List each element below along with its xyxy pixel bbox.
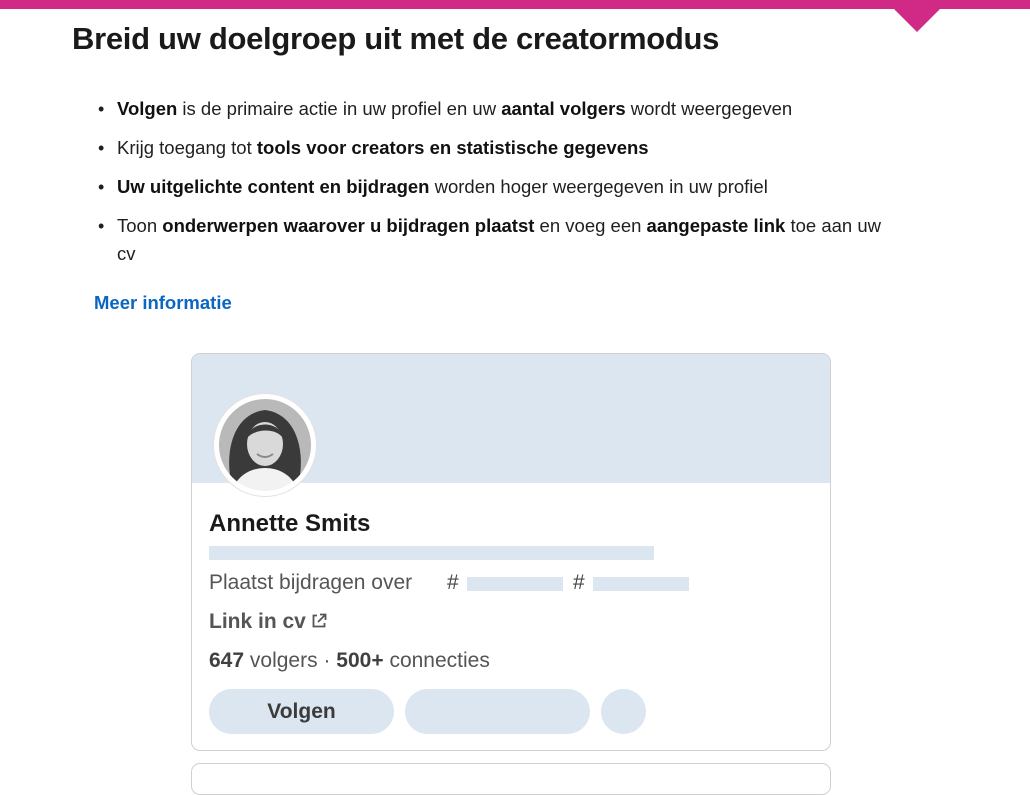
cv-link-label: Link in cv: [209, 610, 306, 633]
benefit-item: Krijg toegang tot tools voor creators en…: [94, 134, 894, 162]
hashtag-placeholder: [467, 577, 563, 591]
benefit-text: Krijg toegang tot: [117, 137, 257, 158]
placeholder-button[interactable]: [405, 689, 590, 734]
more-info-link[interactable]: Meer informatie: [94, 292, 232, 314]
hashtag-placeholder: [593, 577, 689, 591]
benefit-item: Volgen is de primaire actie in uw profie…: [94, 95, 894, 123]
creator-profile-preview-card: Annette Smits Plaatst bijdragen over # #…: [191, 353, 831, 751]
cv-link[interactable]: Link in cv: [209, 608, 328, 636]
hashtag-symbol: #: [573, 571, 585, 594]
benefit-text: wordt weergegeven: [625, 98, 793, 119]
profile-name: Annette Smits: [209, 510, 371, 537]
headline-placeholder: [209, 546, 654, 560]
accent-notch: [893, 8, 941, 32]
follow-button[interactable]: Volgen: [209, 689, 394, 734]
more-actions-button[interactable]: [601, 689, 646, 734]
benefit-emphasis: Uw uitgelichte content en bijdragen: [117, 176, 430, 197]
connections-label: connecties: [389, 649, 490, 672]
topics-row: Plaatst bijdragen over # #: [209, 569, 809, 597]
hashtag-symbol: #: [447, 571, 459, 594]
benefits-list: Volgen is de primaire actie in uw profie…: [94, 95, 894, 279]
avatar-photo: [215, 395, 315, 495]
followers-count: 647: [209, 649, 245, 672]
benefit-text: worden hoger weergegeven in uw profiel: [429, 176, 768, 197]
followers-label: volgers: [249, 649, 318, 672]
benefit-text: en voeg een: [534, 215, 647, 236]
benefit-text: Toon: [117, 215, 163, 236]
accent-top-bar: [0, 0, 1030, 9]
topics-prefix: Plaatst bijdragen over: [209, 571, 413, 594]
connections-count: 500+: [336, 649, 384, 672]
benefit-emphasis: aantal volgers: [501, 98, 626, 119]
profile-stats: 647 volgers · 500+ connecties: [209, 647, 490, 675]
next-card-edge: [191, 763, 831, 795]
benefit-text: is de primaire actie in uw profiel en uw: [177, 98, 502, 119]
benefit-emphasis: Volgen: [117, 98, 178, 119]
external-link-icon: [312, 613, 327, 628]
benefit-item: Toon onderwerpen waarover u bijdragen pl…: [94, 212, 894, 268]
benefit-emphasis: tools voor creators en statistische gege…: [256, 137, 649, 158]
avatar: [214, 394, 316, 496]
page-title: Breid uw doelgroep uit met de creatormod…: [72, 21, 720, 56]
benefit-emphasis: aangepaste link: [646, 215, 786, 236]
benefit-emphasis: onderwerpen waarover u bijdragen plaatst: [162, 215, 535, 236]
benefit-item: Uw uitgelichte content en bijdragen word…: [94, 173, 894, 201]
stats-separator: ·: [323, 649, 331, 672]
